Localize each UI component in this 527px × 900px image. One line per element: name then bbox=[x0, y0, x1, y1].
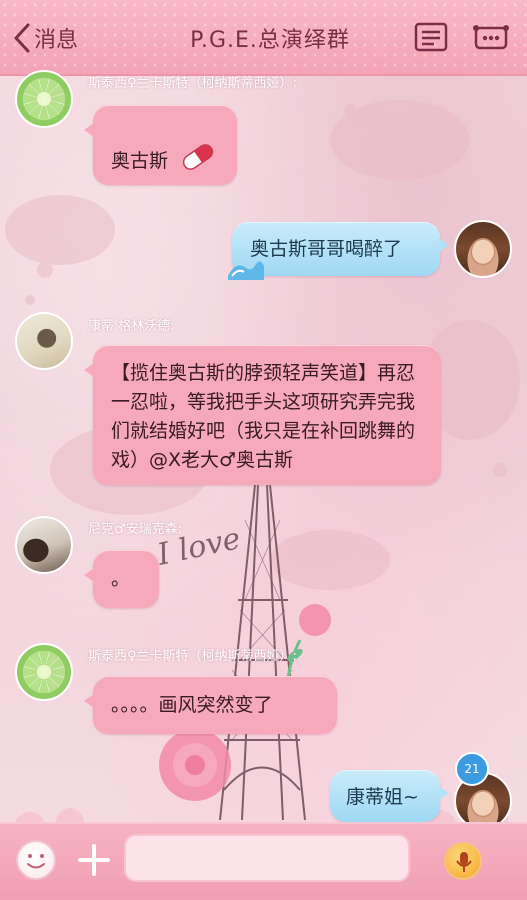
unread-badge[interactable]: 21 bbox=[455, 752, 489, 786]
message-text: 。 bbox=[111, 568, 131, 590]
chat-title: P.G.E.总演绎群 bbox=[190, 28, 350, 53]
message-bubble[interactable]: 【揽住奥古斯的脖颈轻声笑道】再忍一忍啦，等我把手头这项研究弄完我们就结婚好吧（我… bbox=[84, 345, 441, 485]
sender-avatar[interactable] bbox=[15, 312, 73, 370]
emoji-button[interactable] bbox=[16, 840, 56, 880]
sender-name: 斯泰西♀兰卡斯特（柯纳斯蒂西娅）: bbox=[88, 649, 297, 664]
plus-button[interactable] bbox=[76, 840, 112, 884]
chat-header: 消息 P.G.E.总演绎群 bbox=[0, 0, 527, 76]
sender-avatar[interactable] bbox=[15, 70, 73, 128]
message-text: 奥古斯 bbox=[111, 150, 169, 172]
message-bubble[interactable]: 。 bbox=[84, 550, 159, 608]
sender-avatar[interactable] bbox=[15, 516, 73, 574]
message-bubble[interactable]: 。。。。画风突然变了 bbox=[84, 676, 337, 734]
chat-menu-icon bbox=[414, 22, 448, 56]
sender-avatar[interactable] bbox=[15, 643, 73, 701]
sender-name: 尼克♂安瑞克森: bbox=[88, 522, 183, 537]
sender-name: 康蒂 格林沃德: bbox=[88, 319, 175, 334]
group-more-button[interactable] bbox=[473, 22, 509, 56]
message-bubble[interactable]: 康蒂姐~ bbox=[330, 770, 449, 822]
pill-icon bbox=[178, 142, 218, 181]
message-input[interactable] bbox=[124, 834, 410, 882]
message-bubble[interactable]: 奥古斯哥哥喝醉了 bbox=[228, 222, 449, 280]
message-text: 。。。。画风突然变了 bbox=[111, 694, 273, 716]
message-bubble[interactable]: 奥古斯 bbox=[84, 105, 237, 185]
voice-button[interactable] bbox=[444, 842, 482, 880]
back-label: 消息 bbox=[34, 28, 79, 53]
message-text: 康蒂姐~ bbox=[346, 786, 419, 808]
plus-icon bbox=[76, 844, 112, 884]
sender-name: 斯泰西♀兰卡斯特（柯纳斯蒂西娅）: bbox=[88, 76, 297, 91]
wave-decoration-icon bbox=[228, 261, 264, 280]
group-more-icon bbox=[473, 25, 509, 56]
message-text: 奥古斯哥哥喝醉了 bbox=[250, 238, 403, 260]
message-text: 【揽住奥古斯的脖颈轻声笑道】再忍一忍啦，等我把手头这项研究弄完我们就结婚好吧（我… bbox=[111, 362, 416, 471]
my-avatar[interactable] bbox=[454, 220, 512, 278]
chevron-left-icon bbox=[12, 22, 32, 54]
input-bar bbox=[0, 822, 527, 900]
back-button[interactable]: 消息 bbox=[12, 20, 92, 56]
chat-menu-button[interactable] bbox=[414, 22, 448, 56]
